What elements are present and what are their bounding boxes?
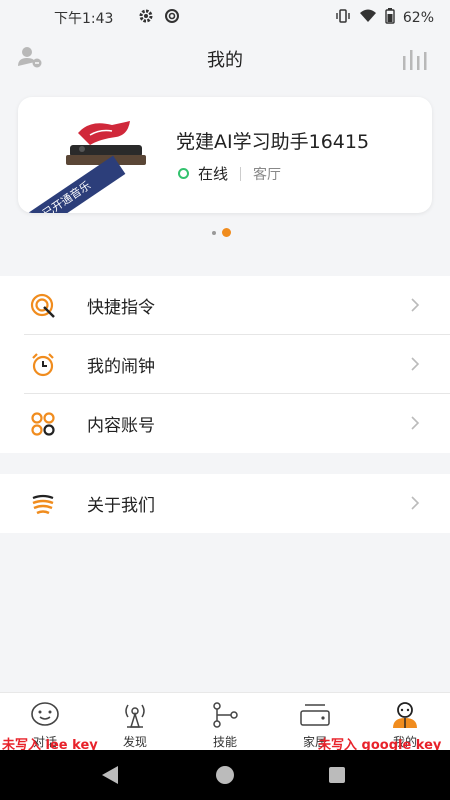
menu-item-content-account[interactable]: 内容账号 <box>0 394 450 453</box>
device-status: 在线 客厅 <box>178 163 281 184</box>
profile-icon <box>389 701 421 733</box>
menu-group-about: 关于我们 <box>0 474 450 533</box>
tab-label: 技能 <box>212 735 237 749</box>
bee-icon <box>30 491 56 517</box>
chevron-right-icon <box>410 414 420 436</box>
back-icon[interactable] <box>102 766 118 784</box>
status-bar: 下午1:43 62% <box>0 0 450 34</box>
vibrate-icon <box>335 8 351 28</box>
battery-percent: 62% <box>402 10 434 26</box>
chevron-right-icon <box>410 296 420 318</box>
tab-discover[interactable]: 发现 <box>90 693 180 751</box>
home-icon[interactable] <box>216 766 234 784</box>
device-card[interactable]: 已开通音乐 党建AI学习助手16415 在线 客厅 <box>18 97 432 213</box>
device-room: 客厅 <box>253 166 282 183</box>
status-time: 下午1:43 <box>54 11 114 27</box>
online-status: 在线 <box>198 165 229 183</box>
menu-item-about[interactable]: 关于我们 <box>0 474 450 533</box>
sync-icon <box>164 8 180 28</box>
status-right: 62% <box>335 8 434 28</box>
menu-label: 快捷指令 <box>87 298 155 318</box>
chevron-right-icon <box>410 494 420 516</box>
carousel-dot[interactable] <box>212 230 216 235</box>
tab-skills[interactable]: 技能 <box>180 693 270 751</box>
menu-group-main: 快捷指令 我的闹钟 内容账号 <box>0 276 450 453</box>
chat-icon <box>29 701 61 733</box>
carousel-indicator <box>212 228 231 237</box>
menu-label: 内容账号 <box>87 416 155 436</box>
device-name: 党建AI学习助手16415 <box>176 131 370 153</box>
status-divider <box>240 166 242 181</box>
skills-icon <box>209 701 241 733</box>
discover-icon <box>119 701 151 733</box>
menu-item-shortcuts[interactable]: 快捷指令 <box>0 276 450 335</box>
menu-label: 关于我们 <box>87 496 155 516</box>
gear-icon <box>138 8 154 28</box>
page-title: 我的 <box>207 50 243 71</box>
system-nav-bar <box>0 750 450 800</box>
content-account-icon <box>30 411 56 437</box>
header-bar: 我的 <box>0 34 450 80</box>
chevron-right-icon <box>410 355 420 377</box>
home-device-icon <box>299 701 331 733</box>
menu-label: 我的闹钟 <box>87 357 155 377</box>
battery-icon <box>385 8 395 28</box>
wifi-icon <box>359 8 377 28</box>
shortcut-icon <box>30 293 56 319</box>
carousel-dot-active[interactable] <box>222 228 231 237</box>
alarm-clock-icon <box>30 352 56 378</box>
recent-apps-icon[interactable] <box>329 767 345 783</box>
online-indicator-icon <box>178 168 189 179</box>
menu-item-alarm[interactable]: 我的闹钟 <box>0 335 450 394</box>
equalizer-icon[interactable] <box>402 48 428 74</box>
tab-label: 发现 <box>122 735 147 749</box>
